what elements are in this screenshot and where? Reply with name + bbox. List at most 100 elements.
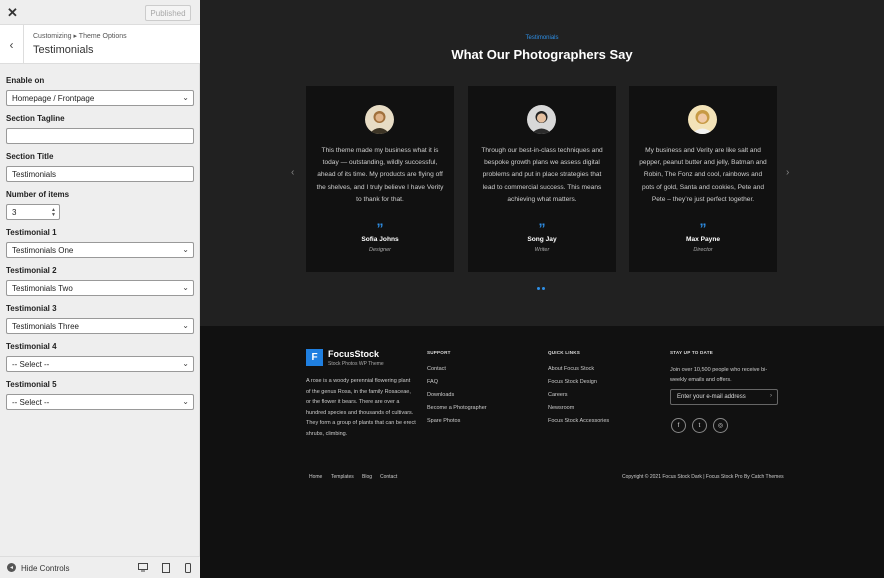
bottom-nav-link[interactable]: Templates [331,474,354,480]
bottom-nav-link[interactable]: Blog [362,474,372,480]
testimonial-2-select[interactable]: Testimonials Two ⌄ [6,280,194,296]
customizer-footer: ◂ Hide Controls [0,556,200,578]
section-tagline-input[interactable] [6,128,194,144]
bottom-nav-link[interactable]: Contact [380,474,397,480]
section-tagline: Testimonials [525,35,559,41]
site-name[interactable]: FocusStock [328,349,379,359]
select-value: Testimonials One [12,245,74,255]
control-label: Section Title [6,152,54,161]
footer-link[interactable]: Become a Photographer [427,405,487,411]
testimonial-3-select[interactable]: Testimonials Three ⌄ [6,318,194,334]
control-label: Testimonial 2 [6,266,57,275]
avatar [527,105,556,134]
testimonial-1-select[interactable]: Testimonials One ⌄ [6,242,194,258]
site-tagline: Stock Photos WP Theme [328,361,384,367]
hide-controls-button[interactable]: Hide Controls [21,564,69,573]
chevron-down-icon: ⌄ [182,283,189,292]
testimonial-5-select[interactable]: -- Select -- ⌄ [6,394,194,410]
desktop-preview-icon[interactable] [137,562,149,573]
testimonial-card: Through our best-in-class techniques and… [468,86,616,272]
spinner-arrows-icon[interactable]: ▲ ▼ [51,208,56,218]
site-logo[interactable]: F [306,349,323,366]
chevron-down-icon: ⌄ [182,397,189,406]
bottom-nav-link[interactable]: Home [309,474,322,480]
carousel-next-arrow-icon[interactable]: › [786,167,789,178]
testimonial-text: Through our best-in-class techniques and… [481,147,603,203]
control-testimonial-1: Testimonial 1 Testimonials One ⌄ [6,227,194,258]
footer-link[interactable]: FAQ [427,379,438,385]
testimonial-4-select[interactable]: -- Select -- ⌄ [6,356,194,372]
instagram-icon[interactable]: ◎ [713,418,728,433]
facebook-icon[interactable]: f [671,418,686,433]
carousel-dot[interactable] [542,287,545,290]
control-testimonial-2: Testimonial 2 Testimonials Two ⌄ [6,265,194,296]
submit-arrow-icon[interactable]: › [770,393,772,399]
control-testimonial-4: Testimonial 4 -- Select -- ⌄ [6,341,194,372]
chevron-down-icon: ⌄ [182,359,189,368]
quote-icon: ” [376,220,384,236]
footer-link[interactable]: Downloads [427,392,454,398]
hide-controls-icon[interactable]: ◂ [7,563,16,572]
control-label: Number of items [6,190,70,199]
control-testimonial-3: Testimonial 3 Testimonials Three ⌄ [6,303,194,334]
control-label: Testimonial 1 [6,228,57,237]
customizer-topbar: ✕ Published [0,0,200,25]
testimonials-section: Testimonials What Our Photographers Say … [200,0,884,326]
footer-link[interactable]: Careers [548,392,568,398]
back-button[interactable]: ‹ [0,25,24,64]
control-label: Testimonial 3 [6,304,57,313]
footer-about-text: A rose is a woody perennial flowering pl… [306,378,416,437]
carousel-dot[interactable] [537,287,540,290]
testimonial-text: My business and Verity are like salt and… [639,147,767,203]
footer-link[interactable]: Contact [427,366,446,372]
footer-link[interactable]: Focus Stock Accessories [548,418,609,424]
chevron-down-icon: ⌄ [182,93,189,102]
tablet-preview-icon[interactable] [160,562,172,573]
avatar [365,105,394,134]
select-value: Testimonials Two [12,283,73,293]
carousel-prev-arrow-icon[interactable]: ‹ [291,167,294,178]
published-button[interactable]: Published [145,5,191,21]
testimonial-role: Director [693,247,713,253]
carousel-pagination [537,287,547,291]
testimonial-card: My business and Verity are like salt and… [629,86,777,272]
select-value: Homepage / Frontpage [12,93,95,103]
section-header: ‹ Customizing ▸ Theme Options Testimonia… [0,25,200,64]
copyright-text: Copyright © 2021 Focus Stock Dark | Focu… [622,474,784,480]
number-of-items-input[interactable]: 3 ▲ ▼ [6,204,60,220]
section-title: What Our Photographers Say [451,47,633,62]
site-preview: Testimonials What Our Photographers Say … [200,0,884,578]
enable-on-select[interactable]: Homepage / Frontpage ⌄ [6,90,194,106]
input-value: 3 [12,207,17,217]
select-value: -- Select -- [12,397,50,407]
select-value: -- Select -- [12,359,50,369]
customizer-sidebar: ✕ Published ‹ Customizing ▸ Theme Option… [0,0,200,578]
control-label: Enable on [6,76,45,85]
footer-link[interactable]: About Focus Stock [548,366,594,372]
panel-title: Testimonials [33,44,94,56]
close-customizer-button[interactable]: ✕ [0,0,25,25]
testimonial-card: This theme made my business what it is t… [306,86,454,272]
control-testimonial-5: Testimonial 5 -- Select -- ⌄ [6,379,194,410]
section-title-input[interactable]: Testimonials [6,166,194,182]
control-label: Section Tagline [6,114,65,123]
twitter-icon[interactable]: t [692,418,707,433]
footer-link[interactable]: Newsroom [548,405,574,411]
chevron-down-icon: ⌄ [182,321,189,330]
control-label: Testimonial 5 [6,380,57,389]
testimonial-name: Max Payne [685,236,721,243]
control-section-title: Section Title Testimonials [6,151,194,182]
newsletter-heading: STAY UP TO DATE [670,350,713,355]
testimonial-name: Sofia Johns [361,236,399,243]
control-enable-on: Enable on Homepage / Frontpage ⌄ [6,75,194,106]
footer-link[interactable]: Focus Stock Design [548,379,597,385]
footer-link[interactable]: Spare Photos [427,418,460,424]
testimonial-role: Writer [534,247,550,253]
input-value: Testimonials [12,169,57,179]
site-footer: F FocusStock Stock Photos WP Theme A ros… [200,326,884,578]
breadcrumb: Customizing ▸ Theme Options [33,33,127,40]
support-heading: SUPPORT [427,350,451,355]
newsletter-text: Join over 10,500 people who receive bi-w… [670,367,768,383]
mobile-preview-icon[interactable] [182,562,194,573]
email-input[interactable]: Enter your e-mail address › [670,389,778,405]
